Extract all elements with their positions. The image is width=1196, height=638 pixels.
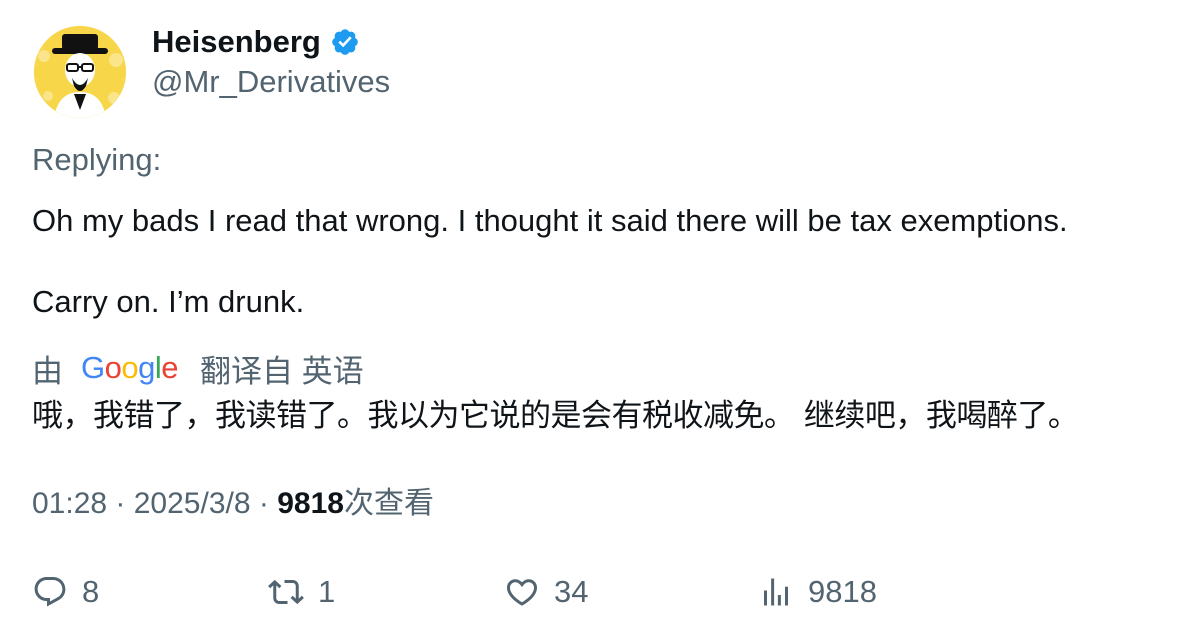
heisenberg-avatar-icon [34, 26, 126, 118]
translation-source-label: 翻译自 英语 [200, 353, 364, 389]
tweet-date[interactable]: 2025/3/8 [134, 487, 251, 520]
views-label: 次查看 [343, 487, 434, 520]
tweet-time[interactable]: 01:28 [32, 487, 107, 520]
verified-badge-icon [332, 29, 358, 55]
tweet-actions: 8 1 34 9818 [0, 570, 1196, 614]
retweet-count: 1 [318, 574, 336, 609]
analytics-icon [764, 578, 788, 606]
views-action-count: 9818 [808, 574, 877, 609]
avatar[interactable] [34, 26, 126, 118]
author-handle[interactable]: @Mr_Derivatives [152, 64, 390, 100]
heart-icon [506, 579, 538, 606]
translated-by-google[interactable]: 由 Google 翻译自 英语 [32, 349, 364, 389]
author-display-name[interactable]: Heisenberg [152, 24, 360, 60]
author-name-text: Heisenberg [152, 24, 321, 59]
views-button[interactable]: 9818 [758, 570, 877, 614]
meta-separator: · [250, 487, 278, 520]
reply-button[interactable]: 8 [32, 570, 99, 614]
reply-icon [34, 577, 66, 607]
tweet-text-line-2: Carry on. I’m drunk. [32, 284, 305, 319]
tweet-text-line-1: Oh my bads I read that wrong. I thought … [32, 203, 1068, 238]
meta-separator: · [107, 487, 134, 520]
translated-by-label: 由 [32, 353, 63, 389]
like-button[interactable]: 34 [504, 570, 588, 614]
reply-count: 8 [82, 574, 100, 609]
retweet-icon [268, 579, 304, 605]
views-count: 9818 [277, 487, 344, 520]
like-count: 34 [554, 574, 589, 609]
replying-label: Replying: [32, 142, 162, 177]
retweet-button[interactable]: 1 [268, 570, 335, 614]
translated-text: 哦，我错了，我读错了。我以为它说的是会有税收减免。 继续吧，我喝醉了。 [32, 398, 1079, 434]
tweet-meta: 01:28 · 2025/3/8 · 9818次查看 [32, 486, 434, 522]
google-logo: Google [81, 350, 179, 385]
